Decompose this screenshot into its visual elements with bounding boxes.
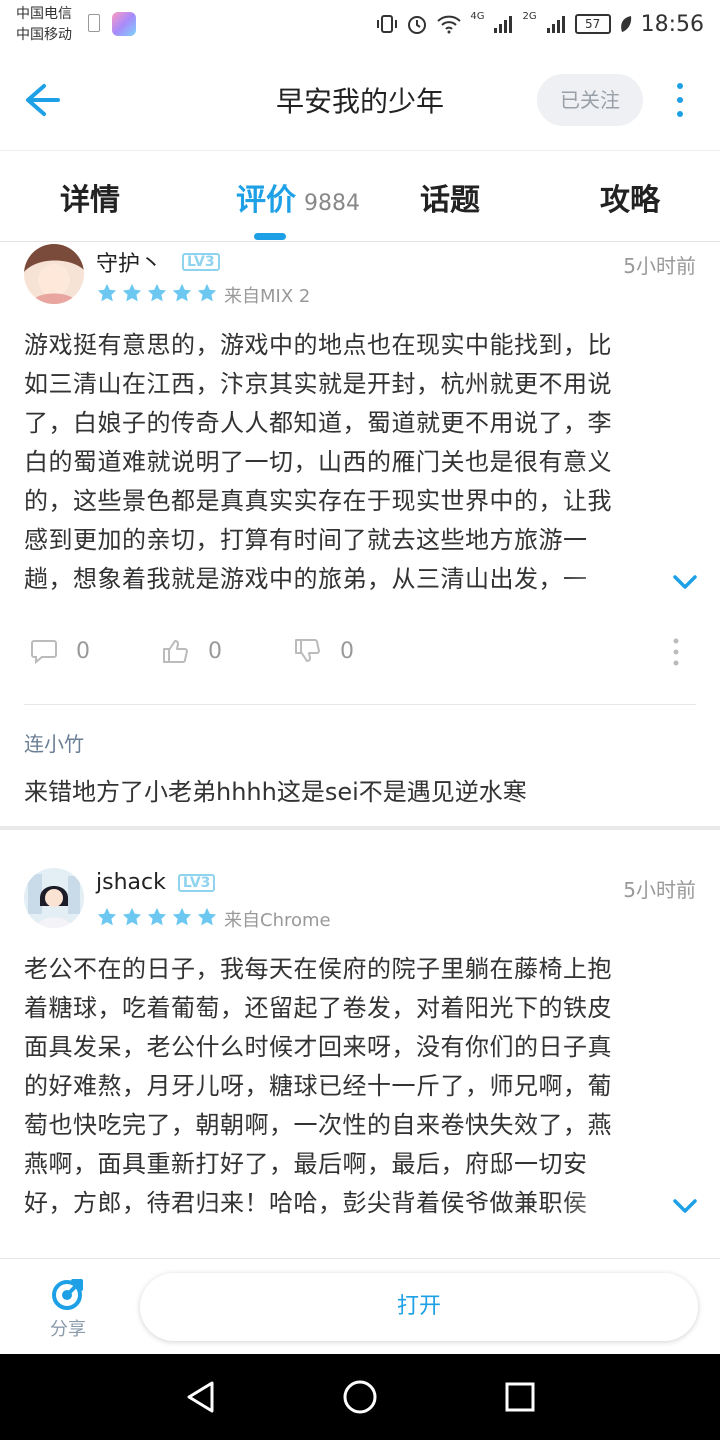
leaf-icon bbox=[620, 16, 631, 32]
alarm-icon bbox=[408, 16, 427, 34]
rating-stars bbox=[96, 906, 218, 928]
review-card: jshack LV3 5小时前 来自Chrome 老公不在的日子，我每天在侯府的… bbox=[0, 830, 720, 1258]
tab-reviews-label: 评价 bbox=[236, 183, 296, 218]
active-tab-indicator bbox=[254, 233, 286, 240]
status-bar: 中国电信 中国移动 4G 2G 57 18:56 bbox=[0, 0, 720, 50]
expand-chevron-icon[interactable] bbox=[672, 1198, 698, 1214]
review-time: 5小时前 bbox=[623, 878, 696, 902]
sim-icon bbox=[88, 14, 100, 32]
level-badge: LV3 bbox=[177, 873, 216, 892]
signal-icon-2 bbox=[546, 16, 565, 33]
review-card: 守护丶 LV3 5小时前 来自MIX 2 游戏挺有意思的，游戏中的地点也在现实中… bbox=[0, 242, 720, 828]
review-line: 燕啊，面具重新打好了，最后啊，最后，府邸一切安 bbox=[24, 1150, 588, 1178]
star-icon bbox=[197, 283, 217, 302]
review-line: 老公不在的日子，我每天在侯府的院子里躺在藤椅上抱 bbox=[24, 955, 612, 983]
avatar[interactable] bbox=[24, 244, 84, 304]
review-more-icon[interactable] bbox=[670, 636, 682, 668]
signal-icon bbox=[494, 16, 513, 33]
device-source: 来自MIX 2 bbox=[224, 286, 311, 307]
tab-details[interactable]: 详情 bbox=[60, 175, 120, 219]
nav-recents-icon[interactable] bbox=[504, 1381, 536, 1413]
tab-guides[interactable]: 攻略 bbox=[600, 175, 660, 219]
clock: 18:56 bbox=[640, 11, 704, 37]
divider bbox=[24, 704, 696, 705]
follow-button[interactable]: 已关注 bbox=[537, 74, 643, 126]
like-count: 0 bbox=[208, 638, 222, 664]
rating-stars bbox=[96, 282, 218, 304]
comment-button[interactable]: 0 bbox=[30, 638, 90, 664]
app-header: 早安我的少年 已关注 bbox=[0, 50, 720, 150]
review-author: jshack LV3 bbox=[96, 870, 216, 895]
review-line: 的好难熬，月牙儿呀，糖球已经十一斤了，师兄啊，葡 bbox=[24, 1072, 612, 1100]
like-button[interactable]: 0 bbox=[162, 638, 222, 664]
review-line: 面具发呆，老公什么时候才回来呀，没有你们的日子真 bbox=[24, 1033, 612, 1061]
carrier-2: 中国移动 bbox=[16, 27, 72, 43]
vibrate-icon bbox=[377, 15, 398, 33]
more-options-icon[interactable] bbox=[672, 80, 688, 120]
nav-back-icon[interactable] bbox=[184, 1380, 218, 1414]
status-icons: 4G 2G 57 18:56 bbox=[376, 8, 704, 40]
tab-reviews[interactable]: 评价 9884 bbox=[236, 175, 360, 219]
carrier-1: 中国电信 bbox=[16, 6, 72, 22]
star-icon bbox=[122, 283, 142, 302]
avatar[interactable] bbox=[24, 868, 84, 928]
wifi-icon bbox=[437, 15, 462, 34]
reply-text: 来错地方了小老弟hhhh这是sei不是遇见逆水寒 bbox=[24, 778, 527, 806]
reply-author[interactable]: 连小竹 bbox=[24, 728, 84, 757]
review-body[interactable]: 老公不在的日子，我每天在侯府的院子里躺在藤椅上抱 着糖球，吃着葡萄，还留起了卷发… bbox=[24, 950, 704, 1223]
bottom-action-bar: 分享 打开 bbox=[0, 1258, 720, 1354]
review-time: 5小时前 bbox=[623, 254, 696, 278]
share-icon bbox=[52, 1279, 83, 1310]
system-nav-bar bbox=[0, 1354, 720, 1440]
username[interactable]: jshack bbox=[96, 870, 166, 895]
review-line: 游戏挺有意思的，游戏中的地点也在现实中能找到，比 bbox=[24, 331, 612, 359]
review-line: 着糖球，吃着葡萄，还留起了卷发，对着阳光下的铁皮 bbox=[24, 994, 612, 1022]
thumbs-down-icon bbox=[295, 639, 320, 662]
review-line: 的，这些景色都是真真实实存在于现实世界中的，让我 bbox=[24, 487, 612, 515]
dislike-count: 0 bbox=[340, 638, 354, 664]
tab-topics[interactable]: 话题 bbox=[420, 175, 480, 219]
network-4g-label: 4G bbox=[470, 10, 485, 22]
comment-count: 0 bbox=[76, 638, 90, 664]
network-2g-label: 2G bbox=[522, 10, 537, 22]
review-count: 9884 bbox=[304, 191, 360, 216]
thumbs-up-icon bbox=[163, 640, 188, 663]
review-line: 萄也快吃完了，朝朝啊，一次性的自来卷快失效了，燕 bbox=[24, 1111, 612, 1139]
tab-bar: 详情 评价 9884 话题 攻略 bbox=[0, 150, 720, 242]
star-icon bbox=[147, 907, 167, 926]
star-icon bbox=[122, 907, 142, 926]
review-line: 白的蜀道难就说明了一切，山西的雁门关也是很有意义 bbox=[24, 448, 612, 476]
star-icon bbox=[147, 283, 167, 302]
star-icon bbox=[172, 907, 192, 926]
review-line: 如三清山在江西，汴京其实就是开封，杭州就更不用说 bbox=[24, 370, 612, 398]
star-icon bbox=[97, 283, 117, 302]
comment-icon bbox=[31, 640, 57, 664]
star-icon bbox=[172, 283, 192, 302]
app-notification-icon bbox=[112, 12, 136, 36]
level-badge: LV3 bbox=[182, 253, 220, 271]
battery-icon: 57 bbox=[574, 14, 611, 34]
star-icon bbox=[97, 907, 117, 926]
nav-home-icon[interactable] bbox=[342, 1379, 378, 1415]
review-author: 守护丶 LV3 bbox=[96, 246, 220, 278]
share-button[interactable]: 分享 bbox=[40, 1277, 96, 1347]
review-body[interactable]: 游戏挺有意思的，游戏中的地点也在现实中能找到，比 如三清山在江西，汴京其实就是开… bbox=[24, 326, 704, 599]
dislike-button[interactable]: 0 bbox=[294, 638, 354, 664]
expand-chevron-icon[interactable] bbox=[672, 574, 698, 590]
device-source: 来自Chrome bbox=[224, 910, 331, 931]
review-line: 感到更加的亲切，打算有时间了就去这些地方旅游一 bbox=[24, 526, 588, 554]
share-label: 分享 bbox=[50, 1319, 86, 1340]
star-icon bbox=[197, 907, 217, 926]
review-line: 了，白娘子的传奇人人都知道，蜀道就更不用说了，李 bbox=[24, 409, 612, 437]
username[interactable]: 守护丶 bbox=[96, 246, 162, 278]
open-button[interactable]: 打开 bbox=[140, 1273, 698, 1341]
